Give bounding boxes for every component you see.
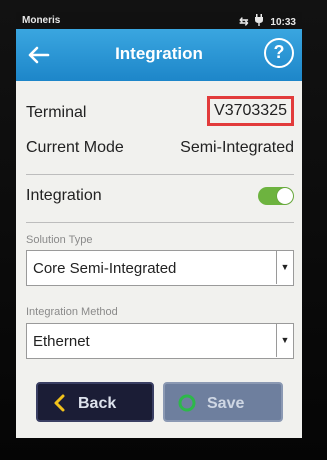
toggle-knob (277, 188, 293, 204)
save-button[interactable]: Save (163, 382, 283, 422)
integration-method-value: Ethernet (33, 333, 90, 350)
divider (26, 222, 294, 223)
help-icon: ? (273, 42, 285, 62)
dropdown-arrow-icon[interactable]: ▼ (276, 251, 293, 284)
integration-label: Integration (26, 187, 102, 204)
power-plug-icon (254, 14, 264, 30)
solution-type-value: Core Semi-Integrated (33, 260, 177, 277)
integration-method-select[interactable]: Ethernet ▼ (26, 323, 294, 359)
integration-method-label: Integration Method (26, 306, 118, 318)
circle-icon (178, 394, 196, 412)
app-header: Integration ? (16, 29, 302, 81)
terminal-device: Moneris ⇆ 10:33 Integration ? Terminal V… (0, 0, 327, 460)
carrier-name: Moneris (22, 15, 61, 26)
terminal-row: Terminal V3703325 (26, 96, 294, 126)
chevron-left-icon (54, 394, 65, 412)
terminal-id-value: V3703325 (207, 96, 294, 126)
solution-type-select[interactable]: Core Semi-Integrated ▼ (26, 250, 294, 286)
status-icons: ⇆ 10:33 (239, 14, 296, 30)
status-bar: Moneris ⇆ 10:33 (16, 12, 302, 29)
help-button[interactable]: ? (264, 38, 294, 68)
integration-row: Integration (26, 187, 294, 211)
back-button[interactable]: Back (36, 382, 154, 422)
divider (26, 174, 294, 175)
dropdown-arrow-icon[interactable]: ▼ (276, 324, 293, 357)
page-title: Integration (115, 44, 203, 63)
back-button-label: Back (78, 395, 117, 412)
save-button-label: Save (207, 395, 245, 412)
screen: Moneris ⇆ 10:33 Integration ? Terminal V… (16, 12, 302, 438)
solution-type-label: Solution Type (26, 234, 93, 246)
current-mode-label: Current Mode (26, 139, 124, 156)
sync-icon: ⇆ (239, 15, 249, 28)
terminal-label: Terminal (26, 104, 87, 121)
clock: 10:33 (270, 16, 296, 28)
current-mode-value: Semi-Integrated (180, 139, 294, 156)
current-mode-row: Current Mode Semi-Integrated (26, 139, 294, 161)
integration-toggle[interactable] (258, 187, 294, 205)
